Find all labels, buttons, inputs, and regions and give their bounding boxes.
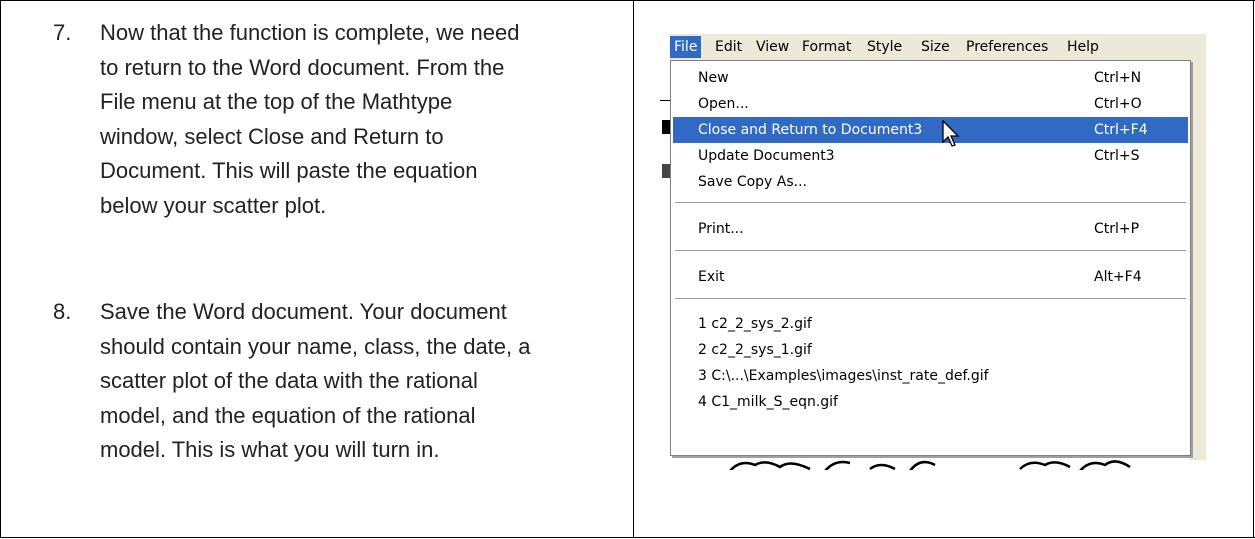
menu-item-label: 2 c2_2_sys_1.gif	[698, 342, 812, 358]
step-line: window, select Close and Return to	[100, 123, 444, 149]
menu-item-update-document[interactable]: Update Document3 Ctrl+S	[673, 143, 1188, 169]
doc-rule	[660, 100, 670, 101]
menu-item-recent-4[interactable]: 4 C1_milk_S_eqn.gif	[673, 389, 1188, 415]
menu-item-shortcut: Alt+F4	[1094, 269, 1142, 285]
file-menu-dropdown: New Ctrl+N Open... Ctrl+O Close and Retu…	[670, 60, 1191, 456]
step-number: 8.	[53, 299, 72, 324]
step-line: Document. This will paste the equation	[100, 158, 478, 183]
step-line: Save the Word document. Your document	[100, 299, 507, 324]
menu-preferences[interactable]: Preferences	[966, 38, 1048, 57]
menu-item-shortcut: Ctrl+O	[1094, 96, 1142, 112]
step-line: model, and the equation of the rational	[100, 402, 476, 428]
menu-item-recent-2[interactable]: 2 c2_2_sys_1.gif	[673, 337, 1188, 363]
step-line: should contain your name, class, the dat…	[100, 333, 531, 359]
menu-format[interactable]: Format	[802, 38, 851, 57]
menu-item-label: Print...	[698, 221, 744, 237]
menu-separator	[675, 250, 1186, 252]
menu-size[interactable]: Size	[921, 38, 950, 57]
menu-item-label: Close and Return to Document3	[698, 122, 923, 138]
step-line: Now that the function is complete, we ne…	[100, 20, 520, 45]
menu-file[interactable]: File	[670, 36, 702, 58]
menu-item-label: New	[698, 70, 729, 86]
doc-fragment	[662, 164, 670, 178]
menu-separator	[675, 298, 1186, 300]
menu-item-close-and-return[interactable]: Close and Return to Document3 Ctrl+F4	[673, 117, 1188, 143]
toolbar-strip	[1189, 60, 1206, 460]
step-number: 7.	[53, 20, 72, 45]
step-line: below your scatter plot.	[100, 192, 327, 218]
menu-view[interactable]: View	[756, 38, 789, 57]
equation-glyph-fragment	[729, 460, 1131, 470]
menu-item-label: 3 C:\...\Examples\images\inst_rate_def.g…	[698, 368, 989, 384]
table-border-left	[0, 0, 1, 538]
menu-item-shortcut: Ctrl+P	[1094, 221, 1140, 237]
step-line: scatter plot of the data with the ration…	[100, 368, 478, 393]
menu-item-shortcut: Ctrl+S	[1094, 148, 1140, 164]
menu-separator	[675, 202, 1186, 204]
title-bar-fragment	[660, 12, 1206, 34]
menu-item-print[interactable]: Print... Ctrl+P	[673, 216, 1188, 242]
mouse-pointer-icon	[942, 120, 960, 147]
step-line: model. This is what you will turn in.	[100, 437, 440, 462]
menu-item-recent-3[interactable]: 3 C:\...\Examples\images\inst_rate_def.g…	[673, 363, 1188, 389]
menu-item-label: 4 C1_milk_S_eqn.gif	[698, 394, 838, 410]
step-line: to return to the Word document. From the	[100, 54, 505, 80]
table-border-right	[1253, 0, 1254, 538]
instructions-cell: 7. Now that the function is complete, we…	[25, 0, 635, 539]
menu-item-label: 1 c2_2_sys_2.gif	[698, 316, 812, 332]
menu-item-new[interactable]: New Ctrl+N	[673, 65, 1188, 91]
menu-style[interactable]: Style	[867, 38, 902, 57]
step-line: File menu at the top of the Mathtype	[100, 89, 453, 114]
menu-item-label: Update Document3	[698, 148, 835, 164]
menu-item-shortcut: Ctrl+F4	[1094, 122, 1148, 138]
menu-item-recent-1[interactable]: 1 c2_2_sys_2.gif	[673, 311, 1188, 337]
menu-item-exit[interactable]: Exit Alt+F4	[673, 264, 1188, 290]
step-text: Now that the function is complete, we ne…	[100, 16, 620, 223]
menu-item-open[interactable]: Open... Ctrl+O	[673, 91, 1188, 117]
menu-edit[interactable]: Edit	[715, 38, 742, 57]
menu-item-label: Save Copy As...	[698, 174, 807, 190]
mathtype-screenshot: File Edit View Format Style Size Prefere…	[660, 12, 1206, 470]
equation-fragment	[660, 456, 1206, 470]
menu-item-label: Open...	[698, 96, 749, 112]
doc-fragment	[662, 120, 670, 134]
step-text: Save the Word document. Your document sh…	[100, 295, 620, 468]
menu-item-label: Exit	[698, 269, 725, 285]
menu-bar: File Edit View Format Style Size Prefere…	[670, 34, 1206, 60]
menu-item-shortcut: Ctrl+N	[1094, 70, 1142, 86]
menu-item-save-copy-as[interactable]: Save Copy As...	[673, 169, 1188, 195]
menu-help[interactable]: Help	[1067, 38, 1099, 57]
